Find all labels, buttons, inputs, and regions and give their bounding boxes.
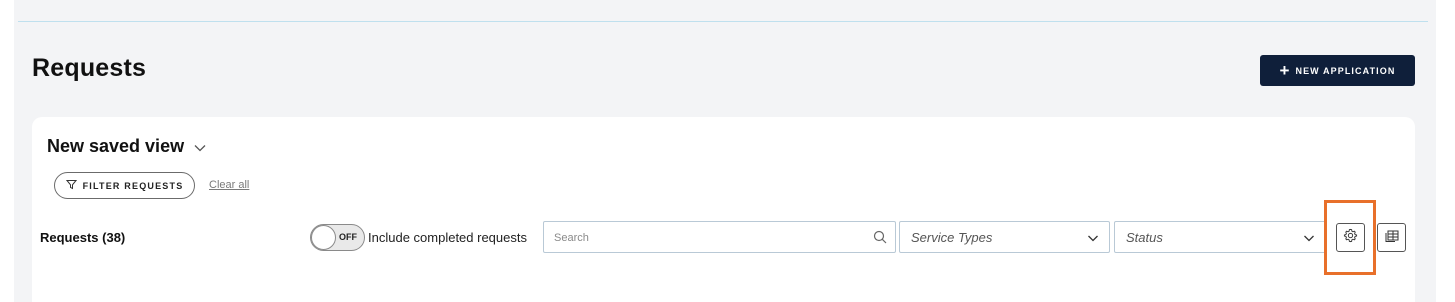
search-input[interactable]	[554, 229, 854, 247]
chevron-down-icon	[194, 141, 206, 155]
status-value: Status	[1126, 230, 1163, 245]
new-application-button[interactable]: + NEW APPLICATION	[1260, 55, 1415, 86]
saved-view-selector[interactable]: New saved view	[47, 136, 206, 157]
service-types-value: Service Types	[911, 230, 993, 245]
include-completed-toggle[interactable]: OFF	[310, 224, 365, 251]
plus-icon: +	[1279, 60, 1290, 80]
include-completed-label: Include completed requests	[368, 230, 527, 245]
settings-button[interactable]	[1336, 223, 1365, 252]
export-table-icon	[1384, 228, 1400, 248]
search-icon[interactable]	[873, 230, 887, 249]
gear-icon	[1343, 228, 1358, 248]
service-types-select[interactable]: Service Types	[899, 221, 1110, 253]
funnel-icon	[65, 177, 77, 195]
requests-count: Requests (38)	[40, 230, 126, 245]
export-button[interactable]	[1377, 223, 1406, 252]
toggle-state: OFF	[339, 232, 357, 242]
clear-all-link[interactable]: Clear all	[209, 179, 249, 191]
search-field[interactable]	[543, 221, 896, 253]
new-application-label: NEW APPLICATION	[1295, 65, 1396, 76]
chevron-down-icon	[1303, 231, 1315, 249]
toggle-knob	[311, 225, 336, 250]
filter-requests-label: FILTER REQUESTS	[82, 180, 184, 191]
requests-card	[32, 117, 1415, 302]
saved-view-title: New saved view	[47, 136, 185, 156]
filter-requests-button[interactable]: FILTER REQUESTS	[54, 172, 195, 199]
page-title: Requests	[32, 54, 147, 82]
header-divider	[18, 21, 1428, 22]
chevron-down-icon	[1087, 231, 1099, 249]
status-select[interactable]: Status	[1114, 221, 1326, 253]
